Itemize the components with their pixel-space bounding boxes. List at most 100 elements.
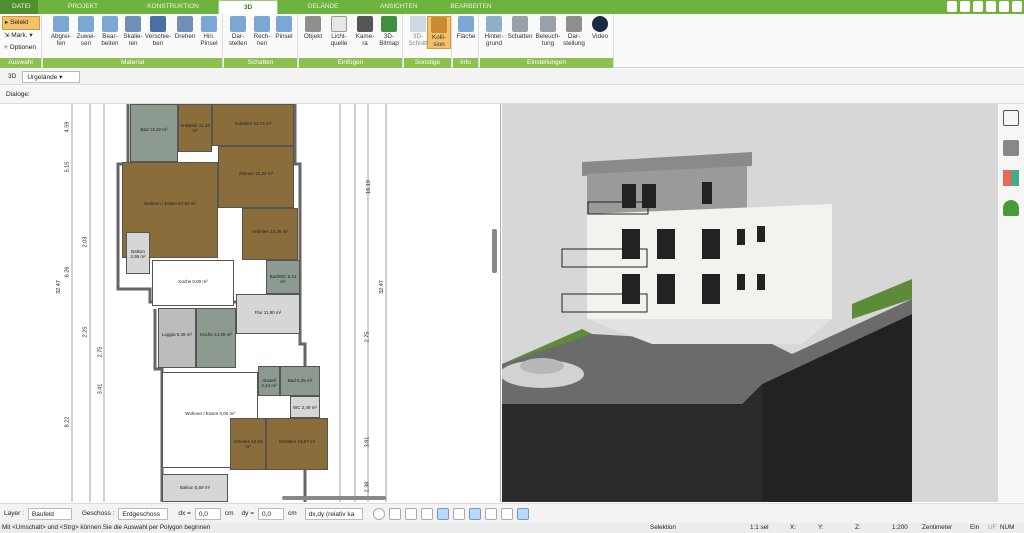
status-mode: Selektion [650,524,676,531]
north-icon[interactable] [516,507,529,520]
status-x: X: [790,524,796,531]
help-icon[interactable] [999,1,1009,12]
room[interactable]: Loggia 6,38 m² [158,308,196,368]
tab-projekt[interactable]: PROJEKT [38,0,128,14]
mark-button[interactable]: ⇲ Mark. ▾ [2,30,40,42]
tab-3d[interactable]: 3D [218,0,278,14]
dx-input[interactable]: 0,0 [194,507,221,520]
room[interactable]: Schlafen 22,74 m² [212,104,294,146]
schatten-pinsel-button[interactable]: Pinsel [270,16,298,40]
bearbeiten-label: Bear- beiten [101,33,119,47]
room[interactable]: Arbeiten 14,28 m² [242,208,298,260]
mode-select[interactable]: dx,dy (relativ ka [304,507,363,520]
schatten-einst-button[interactable]: Schatten [506,16,534,40]
layers-icon[interactable] [1003,110,1019,126]
vertical-scrollbar[interactable] [492,229,497,273]
room-label: Schlafen 22,74 m² [234,121,272,126]
room[interactable]: Bad 6,35 m² [280,366,320,396]
flaeche-button[interactable]: Fläche [453,16,479,40]
3d-bitmap-button[interactable]: 3D- Bitmap [375,16,403,47]
group-einfuegen: Objekt Licht- quelle Kame- ra 3D- Bitmap… [299,14,403,68]
monitor-icon[interactable] [388,507,401,520]
room-label: Zimmer 22,22 m² [238,171,274,176]
optionen-button[interactable]: + Optionen [2,42,40,54]
darstellen-label: Dar- stellen [228,33,248,47]
ribbon-tabs: DATEI PROJEKT KONSTRUKTION 3D GELÄNDE AN… [0,0,1024,14]
group-label-einfuegen: Einfügen [299,58,402,68]
tab-gelaende[interactable]: GELÄNDE [278,0,368,14]
beleuchtung-label: Beleuch- tung [535,33,561,47]
material-palette-icon[interactable] [1003,170,1019,186]
status-num: NUM [1000,524,1015,531]
tab-konstruktion[interactable]: KONSTRUKTION [128,0,218,14]
room-label: WC 2,49 m² [292,405,317,410]
room[interactable]: Küche 14,29 m² [196,308,236,368]
pin-icon[interactable] [947,1,957,12]
tree-icon[interactable] [1003,200,1019,216]
furniture-icon[interactable] [1003,140,1019,156]
hin-pinsel-button[interactable]: Hin. Pinsel [195,16,223,47]
room[interactable]: Balkon 2,95 m² [126,232,150,274]
room[interactable]: Balkon 5,59 m² [162,474,228,502]
settings-icon[interactable] [986,1,996,12]
bottom-toolbar: Layer : Baufeld Geschoss : Erdgeschoss d… [0,503,1024,523]
video-button[interactable]: Video [586,16,614,40]
room-label: Balkon 2,95 m² [130,249,146,259]
3d-schnitt-label: 3D- Schnitt [408,33,428,47]
hatch-icon[interactable] [484,507,497,520]
hintergrund-button[interactable]: Hinter- grund [480,16,508,47]
room[interactable]: Bad 14,22 m² [130,104,178,162]
room[interactable]: Ankleide 11,34 m² [178,104,212,152]
geschoss-select[interactable]: Erdgeschoss [118,507,169,520]
dim-label: 4.59 [64,121,71,133]
print-icon[interactable] [973,1,983,12]
lichtquelle-button[interactable]: Licht- quelle [325,16,353,47]
line-snap-icon[interactable] [436,507,449,520]
kollision-button[interactable]: Kolli- sion [427,16,451,49]
room[interactable]: Schlafen 15,07 m² [266,418,328,470]
selekt-button[interactable]: ▸ Selekt [2,16,40,30]
layer-dropdown-value: Urgelände [27,73,58,81]
floor-plan-view[interactable]: Bad 14,22 m² Ankleide 11,34 m² Schlafen … [0,104,501,502]
stack-icon[interactable] [500,507,513,520]
horizontal-scrollbar[interactable] [282,496,386,500]
minimize-icon[interactable] [1012,1,1022,12]
beleuchtung-button[interactable]: Beleuch- tung [534,16,562,47]
layer-select[interactable]: Baufeld [27,507,72,520]
group-info: Fläche Info [453,14,479,68]
grid-snap-icon[interactable] [420,507,433,520]
window [702,182,712,204]
abgreifen-button[interactable]: Abgrei- fen [47,16,75,47]
group-auswahl: ▸ Selekt ⇲ Mark. ▾ + Optionen Auswahl [0,14,42,68]
drehen-label: Drehen [174,33,196,40]
clock-icon[interactable] [372,507,385,520]
tab-ansichten[interactable]: ANSICHTEN [368,0,426,14]
ribbon: ▸ Selekt ⇲ Mark. ▾ + Optionen Auswahl Ab… [0,14,1024,68]
3d-view[interactable] [502,104,998,502]
layer-dropdown[interactable]: Urgelände ▾ [22,70,81,83]
layer-view-icon[interactable] [468,507,481,520]
window [642,184,656,208]
room[interactable]: Arbeiten 10,62 m² [230,418,266,470]
room[interactable]: Flur 11,90 m² [236,294,300,334]
verschieben-button[interactable]: Verschie- ben [144,16,172,47]
darstellung-button[interactable]: Dar- stellung [560,16,588,47]
snap-icon[interactable] [404,507,417,520]
room[interactable]: WC 2,49 m² [290,396,320,418]
room[interactable]: Abstell 2,44 m² [258,366,280,396]
right-sidebar [998,104,1024,502]
room[interactable]: Zimmer 22,22 m² [218,146,294,208]
folder-icon[interactable] [960,1,970,12]
objekt-button[interactable]: Objekt [299,16,327,40]
darstellung-label: Dar- stellung [563,33,585,47]
room[interactable]: Bad/WC 5,31 m² [266,260,300,294]
dim-label: 32.47 [378,280,385,294]
tab-bearbeiten[interactable]: BEARBEITEN [426,0,516,14]
room[interactable]: Küche 0,00 m² [152,260,234,306]
window [702,274,720,304]
curve-icon[interactable] [452,507,465,520]
dy-input[interactable]: 0,0 [258,507,284,520]
dim-label: 2.75 [364,331,371,343]
tab-datei[interactable]: DATEI [0,0,38,14]
skalieren-button[interactable]: Skalie- ren [119,16,147,47]
